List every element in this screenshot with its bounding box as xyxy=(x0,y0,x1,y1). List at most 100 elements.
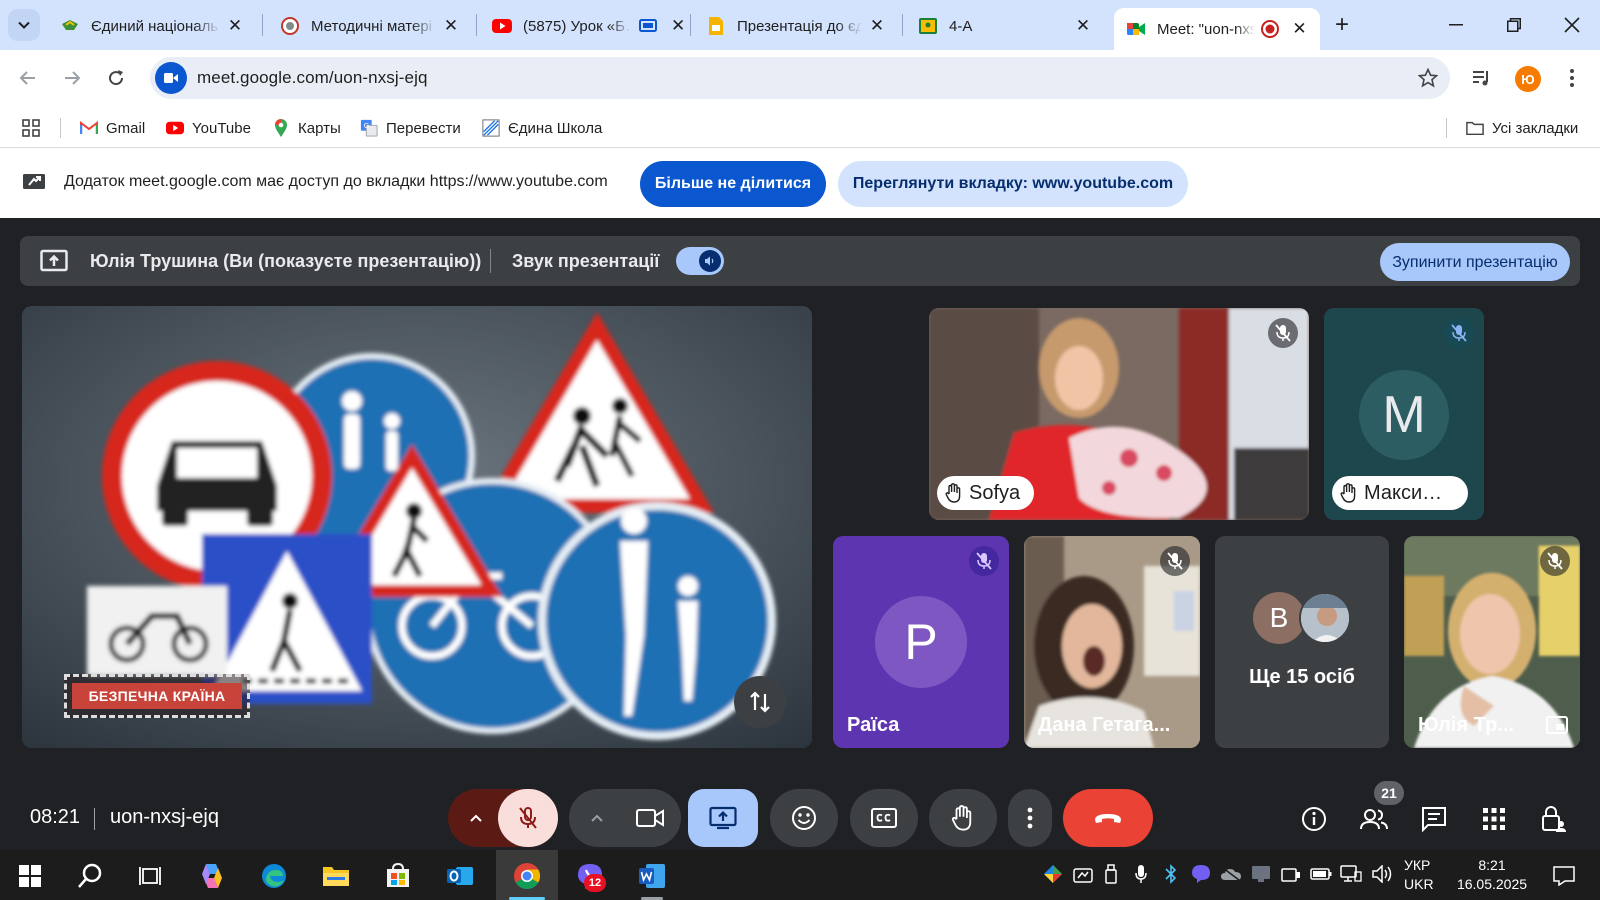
swap-view-button[interactable] xyxy=(734,676,786,728)
edge-taskbar-button[interactable] xyxy=(254,856,294,896)
word-taskbar-button[interactable] xyxy=(632,856,672,896)
all-bookmarks-button[interactable]: Усі закладки xyxy=(1466,116,1578,140)
camera-button[interactable] xyxy=(619,789,681,847)
input-language[interactable]: УКР UKR xyxy=(1404,856,1434,894)
file-explorer-button[interactable] xyxy=(316,856,356,896)
bookmark-divider xyxy=(60,118,61,138)
participant-tile-maksym[interactable]: M Макси… xyxy=(1324,308,1484,520)
apps-button[interactable] xyxy=(22,116,40,140)
tab-search-button[interactable] xyxy=(8,9,40,41)
close-tab-icon[interactable]: ✕ xyxy=(440,15,462,37)
participant-tile-raisa[interactable]: P Раїса xyxy=(833,536,1009,748)
viber-tray-icon[interactable] xyxy=(1190,863,1212,885)
bookmark-star-button[interactable] xyxy=(1410,60,1446,96)
tab-youtube-lesson[interactable]: (5875) Урок «Б… ✕ xyxy=(480,8,686,44)
close-tab-icon[interactable]: ✕ xyxy=(1072,15,1094,37)
participant-tile-yulia[interactable]: Юлія Тр... xyxy=(1404,536,1580,748)
new-tab-button[interactable]: + xyxy=(1328,11,1356,39)
task-view-button[interactable] xyxy=(130,856,170,896)
media-control-button[interactable] xyxy=(1464,60,1500,96)
browser-toolbar: meet.google.com/uon-nxsj-ejq Ю xyxy=(0,50,1600,106)
chrome-taskbar-button[interactable] xyxy=(507,856,547,896)
copilot-taskbar-button[interactable] xyxy=(192,856,232,896)
close-tab-icon[interactable]: ✕ xyxy=(224,15,246,37)
people-button[interactable] xyxy=(1356,801,1392,837)
onedrive-icon[interactable] xyxy=(1220,863,1242,885)
tab-edu-national[interactable]: Єдиний національ… ✕ xyxy=(48,8,256,44)
cast-screen-icon xyxy=(639,19,657,33)
shield-icon[interactable] xyxy=(1042,863,1064,885)
meeting-details-button[interactable] xyxy=(1296,801,1332,837)
tab-meet-active[interactable]: Meet: "uon-nxs… ✕ xyxy=(1114,8,1320,50)
video-options-button[interactable] xyxy=(569,789,625,847)
captions-button[interactable] xyxy=(850,789,918,847)
wired-network-icon[interactable] xyxy=(1340,863,1362,885)
classroom-favicon-icon xyxy=(918,16,938,36)
notifications-button[interactable] xyxy=(1544,856,1584,896)
outlook-button[interactable] xyxy=(440,856,480,896)
address-bar[interactable]: meet.google.com/uon-nxsj-ejq xyxy=(150,57,1450,99)
network-status-icon[interactable] xyxy=(1072,863,1094,885)
audio-options-button[interactable] xyxy=(448,789,504,847)
chat-icon xyxy=(1422,807,1446,832)
taskbar-clock[interactable]: 8:21 16.05.2025 xyxy=(1452,856,1532,894)
bookmark-gmail[interactable]: Gmail xyxy=(80,116,145,140)
restore-button[interactable] xyxy=(1494,10,1534,40)
chat-button[interactable] xyxy=(1416,801,1452,837)
microphone-button[interactable] xyxy=(498,789,558,847)
url-text[interactable]: meet.google.com/uon-nxsj-ejq xyxy=(197,68,428,88)
close-tab-icon[interactable]: ✕ xyxy=(866,15,888,37)
site-info-icon[interactable] xyxy=(155,62,187,94)
bookmark-school[interactable]: Єдина Школа xyxy=(482,116,602,140)
presentation-tile[interactable]: БЕЗПЕЧНА КРАЇНА xyxy=(22,306,812,748)
display-icon[interactable] xyxy=(1280,863,1302,885)
reload-button[interactable] xyxy=(98,60,134,96)
apps-icon xyxy=(1483,808,1505,830)
minimize-button[interactable] xyxy=(1436,10,1476,40)
tab-class-4a[interactable]: 4-А ✕ xyxy=(906,8,1104,44)
start-button[interactable] xyxy=(10,856,50,896)
eagle-favicon-icon xyxy=(60,16,80,36)
usb-device-icon[interactable] xyxy=(1100,863,1122,885)
profile-avatar[interactable]: Ю xyxy=(1515,66,1541,92)
bookmark-translate[interactable]: G Перевести xyxy=(360,116,461,140)
presentation-audio-toggle[interactable] xyxy=(676,247,724,275)
others-tile[interactable]: B Ще 15 осіб xyxy=(1215,536,1389,748)
close-tab-icon[interactable]: ✕ xyxy=(1289,18,1310,40)
back-button[interactable] xyxy=(10,60,46,96)
stop-presentation-button[interactable]: Зупинити презентацію xyxy=(1380,243,1570,281)
call-end-icon xyxy=(1095,814,1121,823)
participant-tile-dana[interactable]: Дана Гетага... xyxy=(1024,536,1200,748)
arrow-left-icon xyxy=(19,71,35,85)
meeting-code: uon-nxsj-ejq xyxy=(110,806,219,828)
avatar-maksym: M xyxy=(1359,370,1449,460)
task-manager-icon[interactable] xyxy=(1250,863,1272,885)
tab-presentation[interactable]: Презентація до єд… ✕ xyxy=(694,8,898,44)
bluetooth-icon[interactable] xyxy=(1160,863,1182,885)
microphone-tray-icon[interactable] xyxy=(1130,863,1152,885)
bookmark-youtube[interactable]: YouTube xyxy=(166,116,251,140)
host-controls-button[interactable] xyxy=(1536,801,1572,837)
leave-call-button[interactable] xyxy=(1063,789,1153,847)
reactions-button[interactable] xyxy=(770,789,838,847)
picture-in-picture-icon[interactable] xyxy=(1544,712,1570,738)
bookmark-maps[interactable]: Карты xyxy=(272,116,341,140)
present-button[interactable] xyxy=(688,789,758,847)
more-options-button[interactable] xyxy=(1008,789,1052,847)
participant-tile-sofya[interactable]: Sofya xyxy=(929,308,1309,520)
raised-hand-icon xyxy=(1340,483,1358,503)
raise-hand-button[interactable] xyxy=(929,789,997,847)
close-tab-icon[interactable]: ✕ xyxy=(671,15,685,37)
battery-icon[interactable] xyxy=(1310,863,1332,885)
volume-icon[interactable] xyxy=(1372,863,1394,885)
folder-icon xyxy=(323,867,349,886)
view-tab-button[interactable]: Переглянути вкладку: www.youtube.com xyxy=(838,161,1188,207)
tab-methodical[interactable]: Методичні матері… ✕ xyxy=(268,8,472,44)
menu-button[interactable] xyxy=(1554,60,1590,96)
window-close-button[interactable] xyxy=(1552,10,1592,40)
search-button[interactable] xyxy=(70,856,110,896)
activities-button[interactable] xyxy=(1476,801,1512,837)
forward-button[interactable] xyxy=(54,60,90,96)
store-button[interactable] xyxy=(378,856,418,896)
stop-sharing-button[interactable]: Більше не ділитися xyxy=(640,161,826,207)
